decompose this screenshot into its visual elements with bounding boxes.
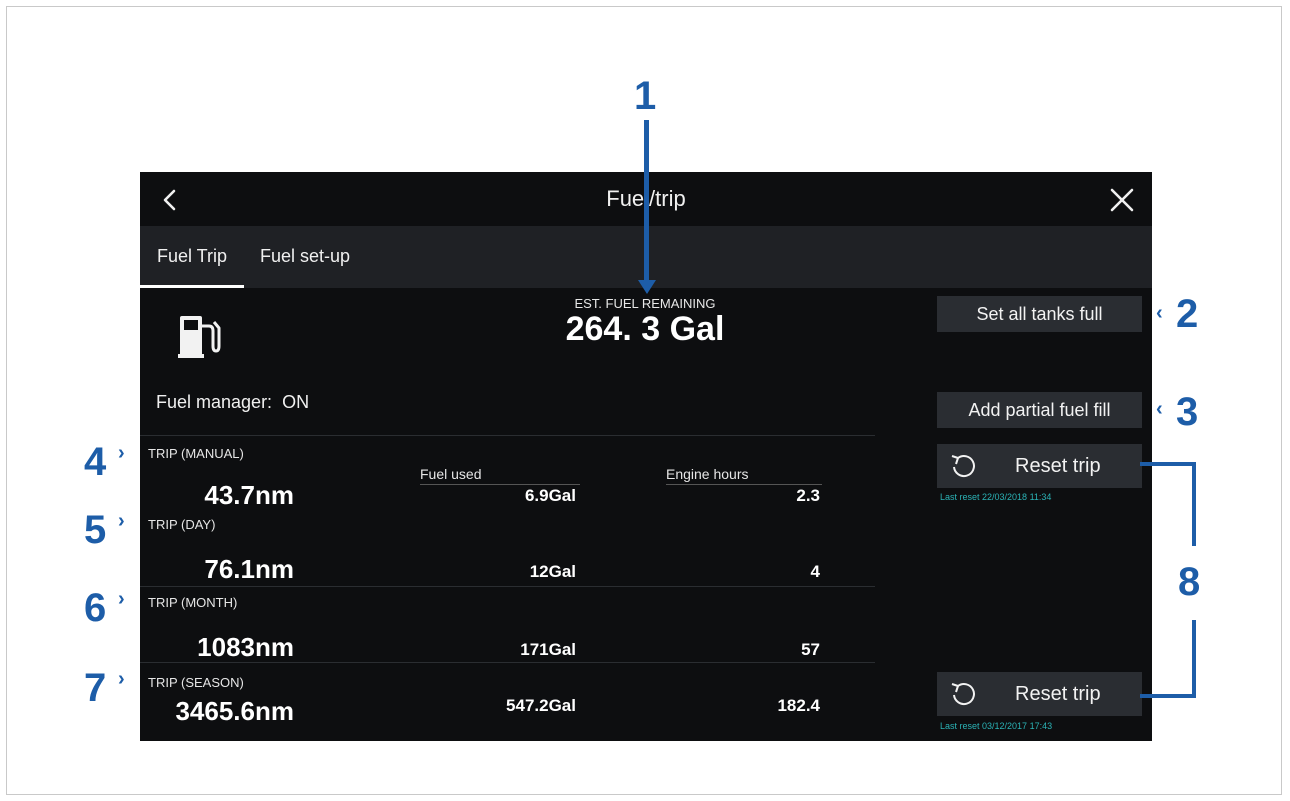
callout-1-line xyxy=(644,120,649,286)
callout-2-chevron: ‹ xyxy=(1156,302,1163,324)
divider xyxy=(140,435,875,436)
reset-trip-label: Reset trip xyxy=(1015,683,1101,705)
callout-1-arrow xyxy=(638,280,656,294)
close-icon xyxy=(1110,188,1134,212)
reset-trip-season-button[interactable]: Reset trip xyxy=(937,672,1142,716)
trip-label-month: TRIP (MONTH) xyxy=(148,595,238,610)
callout-3: 3 xyxy=(1176,390,1199,434)
trip-fuel-season: 547.2Gal xyxy=(506,696,576,715)
fuel-manager-value: ON xyxy=(282,392,310,412)
callout-8: 8 xyxy=(1178,560,1201,604)
callout-6-chevron: › xyxy=(118,588,125,610)
trip-label-day: TRIP (DAY) xyxy=(148,517,216,532)
callout-6: 6 xyxy=(84,586,107,630)
set-all-tanks-full-button[interactable]: Set all tanks full xyxy=(937,296,1142,332)
trip-label-season: TRIP (SEASON) xyxy=(148,675,244,690)
divider xyxy=(140,586,875,587)
trip-label-manual: TRIP (MANUAL) xyxy=(148,446,244,461)
fuel-pump-icon xyxy=(178,316,221,358)
callout-7-chevron: › xyxy=(118,668,125,690)
callout-5: 5 xyxy=(84,508,107,552)
callout-5-chevron: › xyxy=(118,510,125,532)
est-fuel-value: 264. 3 Gal xyxy=(565,310,725,348)
trip-distance-month: 1083nm xyxy=(197,632,294,662)
reset-trip-label: Reset trip xyxy=(1015,455,1101,477)
column-rule xyxy=(420,484,580,485)
reset-trip-manual-button[interactable]: Reset trip xyxy=(937,444,1142,488)
callout-2: 2 xyxy=(1176,292,1199,336)
last-reset-text: Last reset 03/12/2017 17:43 xyxy=(940,721,1053,731)
fuel-used-header: Fuel used xyxy=(420,466,482,482)
trip-hours-month: 57 xyxy=(801,640,820,659)
fuel-manager-label: Fuel manager: xyxy=(156,392,273,412)
trip-hours-day: 4 xyxy=(810,562,820,581)
add-partial-fuel-fill-button[interactable]: Add partial fuel fill xyxy=(937,392,1142,428)
callout-8-bottom-line xyxy=(1140,694,1196,698)
fuel-manager-status: Fuel manager: ON xyxy=(156,392,309,413)
callout-1: 1 xyxy=(634,74,657,118)
callout-7: 7 xyxy=(84,666,107,710)
callout-4-chevron: › xyxy=(118,442,125,464)
last-reset-text: Last reset 22/03/2018 11:34 xyxy=(940,492,1052,502)
callout-8-top-line xyxy=(1140,462,1196,466)
column-rule xyxy=(666,484,822,485)
close-button[interactable] xyxy=(1102,180,1142,220)
tab-fuel-setup[interactable]: Fuel set-up xyxy=(260,226,360,288)
trip-hours-season: 182.4 xyxy=(777,696,820,715)
trip-distance-season: 3465.6nm xyxy=(175,696,294,726)
tab-fuel-trip[interactable]: Fuel Trip xyxy=(140,226,244,288)
trip-fuel-day: 12Gal xyxy=(529,562,576,581)
fuel-trip-content: Fuel manager: ON EST. FUEL REMAINING 264… xyxy=(140,288,1152,741)
reset-icon xyxy=(951,683,975,705)
trip-distance-manual: 43.7nm xyxy=(204,480,294,510)
trip-hours-manual: 2.3 xyxy=(796,486,820,505)
trip-distance-day: 76.1nm xyxy=(204,554,294,584)
callout-8-top-vline xyxy=(1192,462,1196,546)
est-fuel-label: EST. FUEL REMAINING xyxy=(574,296,716,311)
callout-8-bottom-vline xyxy=(1192,620,1196,698)
reset-icon xyxy=(951,455,975,477)
trip-fuel-month: 171Gal xyxy=(520,640,576,659)
callout-3-chevron: ‹ xyxy=(1156,398,1163,420)
engine-hours-header: Engine hours xyxy=(666,466,749,482)
trip-fuel-manual: 6.9Gal xyxy=(524,486,576,505)
callout-4: 4 xyxy=(84,440,107,484)
